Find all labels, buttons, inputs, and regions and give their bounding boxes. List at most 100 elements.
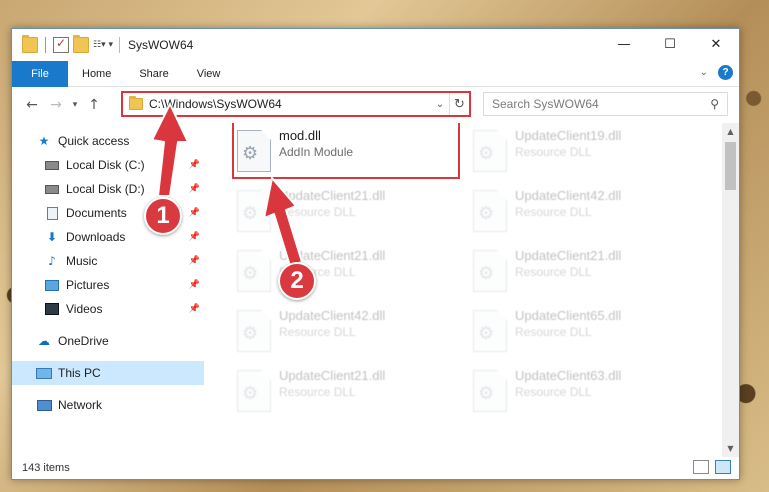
dll-file-icon: ⚙ bbox=[473, 310, 507, 352]
pin-icon[interactable]: 📌 bbox=[189, 256, 200, 266]
forward-arrow-icon[interactable]: → bbox=[44, 97, 68, 113]
tab-home[interactable]: Home bbox=[68, 61, 125, 87]
pin-icon[interactable]: 📌 bbox=[189, 304, 200, 314]
dll-file-icon: ⚙ bbox=[237, 250, 271, 292]
minimize-button[interactable]: — bbox=[601, 29, 647, 59]
dll-file-icon: ⚙ bbox=[473, 190, 507, 232]
sidebar-item-label: Videos bbox=[66, 302, 103, 316]
pin-icon[interactable]: 📌 bbox=[189, 232, 200, 242]
file-item[interactable]: ⚙ UpdateClient21.dll Resource DLL bbox=[233, 186, 453, 236]
dll-file-icon: ⚙ bbox=[237, 130, 271, 172]
sidebar-item-this-pc[interactable]: This PC bbox=[12, 361, 204, 385]
folder-icon bbox=[22, 35, 38, 53]
sidebar-item-videos[interactable]: Videos 📌 bbox=[12, 297, 204, 321]
file-type: Resource DLL bbox=[279, 325, 356, 339]
explorer-window: ☷▾ ▾ SysWOW64 — ☐ ✕ File Home Share View… bbox=[11, 28, 740, 480]
customize-toolbar-icon[interactable]: ☷▾ ▾ bbox=[93, 40, 113, 50]
folder-icon bbox=[129, 96, 143, 110]
file-item[interactable]: ⚙ UpdateClient63.dll Resource DLL bbox=[469, 366, 689, 416]
up-arrow-icon[interactable]: ↑ bbox=[82, 97, 106, 113]
properties-icon[interactable] bbox=[53, 36, 69, 53]
sidebar-item-local-disk-d[interactable]: Local Disk (D:) 📌 bbox=[12, 177, 204, 201]
file-item[interactable]: ⚙ UpdateClient65.dll Resource DLL bbox=[469, 306, 689, 356]
sidebar-item-label: This PC bbox=[58, 366, 101, 380]
search-input[interactable] bbox=[492, 97, 711, 111]
expand-ribbon-icon[interactable]: ⌄ bbox=[700, 67, 708, 78]
window-controls: — ☐ ✕ bbox=[601, 29, 739, 59]
file-item-mod-dll[interactable]: ⚙ mod.dll AddIn Module bbox=[233, 126, 453, 176]
tab-file[interactable]: File bbox=[12, 60, 68, 87]
ribbon-right: ⌄ ? bbox=[700, 65, 733, 80]
file-item[interactable]: ⚙ UpdateClient21.dll Resource DLL bbox=[233, 246, 453, 296]
address-bar[interactable]: C:\Windows\SysWOW64 ⌄ ↻ bbox=[121, 91, 471, 117]
new-folder-icon[interactable] bbox=[73, 35, 89, 53]
file-item[interactable]: ⚙ UpdateClient21.dll Resource DLL bbox=[233, 366, 453, 416]
pin-icon[interactable]: 📌 bbox=[189, 208, 200, 218]
help-icon[interactable]: ? bbox=[718, 65, 733, 80]
ribbon-tabs: File Home Share View ⌄ ? bbox=[12, 60, 739, 87]
sidebar-item-label: Network bbox=[58, 398, 103, 412]
search-icon[interactable]: ⚲ bbox=[710, 97, 719, 111]
details-view-icon[interactable] bbox=[693, 460, 709, 474]
dll-file-icon: ⚙ bbox=[473, 370, 507, 412]
recent-locations-icon[interactable]: ▾ bbox=[68, 100, 82, 110]
refresh-icon[interactable]: ↻ bbox=[449, 93, 469, 115]
sidebar-item-local-disk-c[interactable]: Local Disk (C:) 📌 bbox=[12, 153, 204, 177]
file-type: AddIn Module bbox=[279, 145, 354, 159]
file-type: Resource DLL bbox=[279, 205, 356, 219]
scroll-thumb[interactable] bbox=[725, 142, 736, 190]
scroll-down-icon[interactable]: ▼ bbox=[722, 440, 739, 457]
file-name: UpdateClient65.dll bbox=[515, 308, 622, 323]
toolbar-divider bbox=[45, 37, 46, 53]
file-item[interactable]: ⚙ UpdateClient42.dll Resource DLL bbox=[233, 306, 453, 356]
file-type: Resource DLL bbox=[515, 325, 592, 339]
file-item[interactable]: ⚙ UpdateClient21.dll Resource DLL bbox=[469, 246, 689, 296]
address-path[interactable]: C:\Windows\SysWOW64 bbox=[149, 97, 431, 111]
sidebar-item-label: Downloads bbox=[66, 230, 126, 244]
file-name: mod.dll bbox=[279, 128, 321, 143]
videos-icon bbox=[44, 302, 60, 316]
file-item[interactable]: ⚙ UpdateClient19.dll Resource DLL bbox=[469, 126, 689, 176]
sidebar-item-label: Pictures bbox=[66, 278, 110, 292]
sidebar-item-label: Local Disk (D:) bbox=[66, 182, 145, 196]
status-bar: 143 items bbox=[12, 457, 739, 479]
pin-icon[interactable]: 📌 bbox=[189, 280, 200, 290]
pictures-icon bbox=[44, 278, 60, 292]
dll-file-icon: ⚙ bbox=[237, 370, 271, 412]
search-box[interactable]: ⚲ bbox=[483, 92, 728, 116]
sidebar-item-quick-access[interactable]: ★ Quick access bbox=[12, 129, 204, 153]
step-marker-2: 2 bbox=[278, 262, 316, 300]
dll-file-icon: ⚙ bbox=[473, 250, 507, 292]
close-button[interactable]: ✕ bbox=[693, 29, 739, 59]
vertical-scrollbar[interactable]: ▲ ▼ bbox=[722, 123, 739, 457]
file-type: Resource DLL bbox=[279, 385, 356, 399]
title-divider bbox=[118, 37, 120, 53]
sidebar-item-label: Local Disk (C:) bbox=[66, 158, 145, 172]
address-dropdown-icon[interactable]: ⌄ bbox=[431, 99, 449, 110]
back-arrow-icon[interactable]: ← bbox=[20, 97, 44, 113]
sidebar-item-label: Quick access bbox=[58, 134, 130, 148]
star-icon: ★ bbox=[38, 134, 50, 148]
pin-icon[interactable]: 📌 bbox=[189, 160, 200, 170]
file-name: UpdateClient21.dll bbox=[515, 248, 622, 263]
scroll-up-icon[interactable]: ▲ bbox=[722, 123, 739, 140]
tab-share[interactable]: Share bbox=[125, 61, 182, 87]
large-icons-view-icon[interactable] bbox=[715, 460, 731, 474]
file-name: UpdateClient21.dll bbox=[279, 248, 386, 263]
sidebar-item-pictures[interactable]: Pictures 📌 bbox=[12, 273, 204, 297]
file-name: UpdateClient42.dll bbox=[279, 308, 386, 323]
file-name: UpdateClient42.dll bbox=[515, 188, 622, 203]
pin-icon[interactable]: 📌 bbox=[189, 184, 200, 194]
maximize-button[interactable]: ☐ bbox=[647, 29, 693, 59]
file-type: Resource DLL bbox=[515, 205, 592, 219]
cloud-icon: ☁ bbox=[38, 334, 50, 348]
main-area: ★ Quick access Local Disk (C:) 📌 Local D… bbox=[12, 123, 739, 457]
sidebar-item-label: Music bbox=[66, 254, 98, 268]
tab-view[interactable]: View bbox=[183, 61, 235, 87]
sidebar-item-music[interactable]: ♪ Music 📌 bbox=[12, 249, 204, 273]
computer-icon bbox=[36, 366, 52, 380]
dll-file-icon: ⚙ bbox=[237, 310, 271, 352]
sidebar-item-onedrive[interactable]: ☁ OneDrive bbox=[12, 329, 204, 353]
sidebar-item-network[interactable]: Network bbox=[12, 393, 204, 417]
file-item[interactable]: ⚙ UpdateClient42.dll Resource DLL bbox=[469, 186, 689, 236]
